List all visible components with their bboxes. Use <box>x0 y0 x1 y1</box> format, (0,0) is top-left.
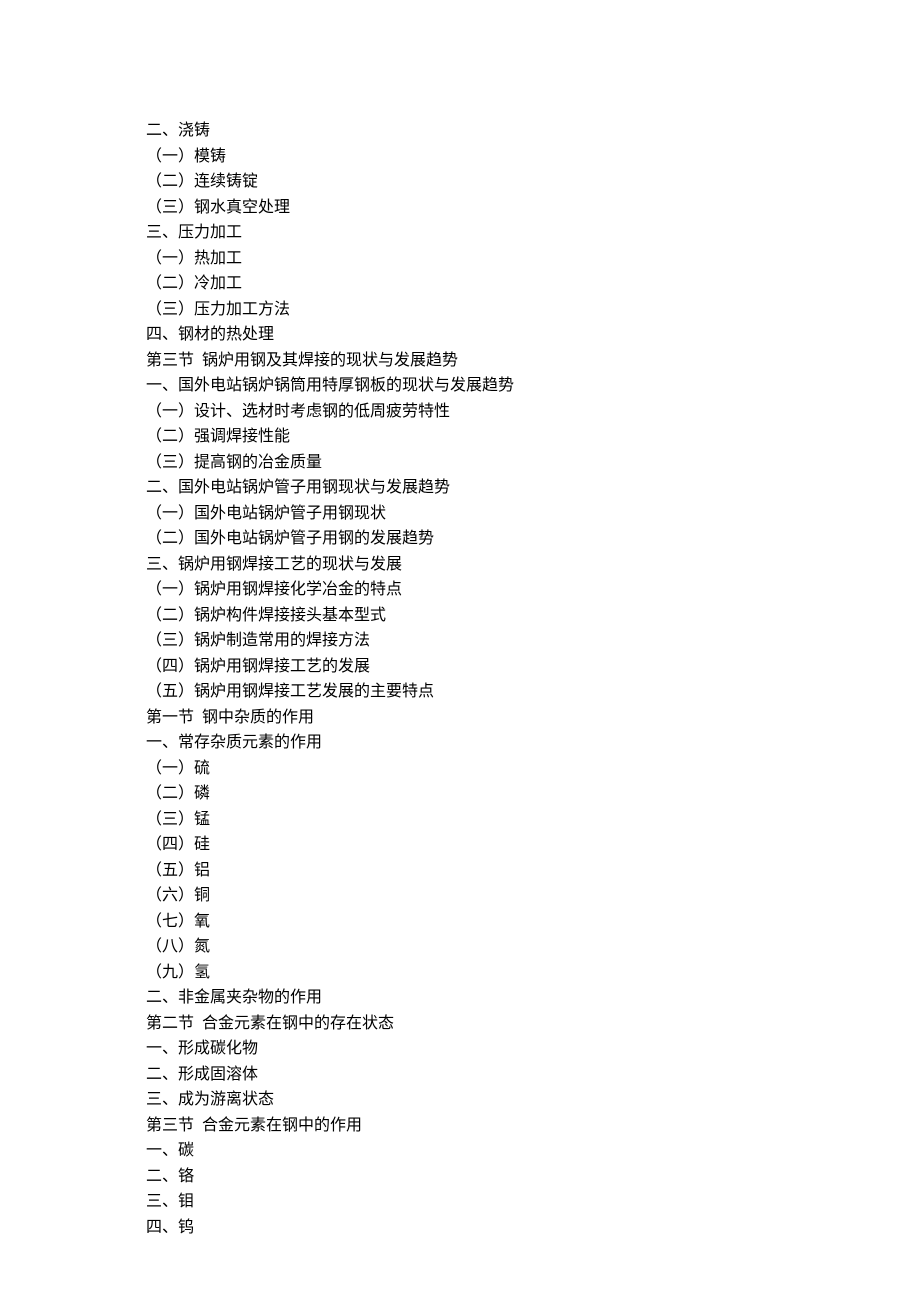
toc-line: （七）氧 <box>146 909 920 935</box>
toc-line: 一、形成碳化物 <box>146 1036 920 1062</box>
toc-line: （八）氮 <box>146 934 920 960</box>
toc-line: （二）冷加工 <box>146 271 920 297</box>
toc-line: 第三节 锅炉用钢及其焊接的现状与发展趋势 <box>146 348 920 374</box>
toc-line: 第一节 钢中杂质的作用 <box>146 705 920 731</box>
toc-line: 三、压力加工 <box>146 220 920 246</box>
toc-line: （三）锅炉制造常用的焊接方法 <box>146 628 920 654</box>
toc-line: 三、钼 <box>146 1189 920 1215</box>
toc-line: 二、浇铸 <box>146 118 920 144</box>
toc-line: （一）国外电站锅炉管子用钢现状 <box>146 501 920 527</box>
toc-line: （一）锅炉用钢焊接化学冶金的特点 <box>146 577 920 603</box>
toc-line: （二）磷 <box>146 781 920 807</box>
toc-line: （五）锅炉用钢焊接工艺发展的主要特点 <box>146 679 920 705</box>
toc-line: 二、形成固溶体 <box>146 1062 920 1088</box>
toc-line: （九）氢 <box>146 960 920 986</box>
toc-line: （一）模铸 <box>146 144 920 170</box>
toc-line: 一、碳 <box>146 1138 920 1164</box>
toc-line: 四、钢材的热处理 <box>146 322 920 348</box>
toc-line: （四）锅炉用钢焊接工艺的发展 <box>146 654 920 680</box>
toc-line: 第二节 合金元素在钢中的存在状态 <box>146 1011 920 1037</box>
toc-line: （四）硅 <box>146 832 920 858</box>
toc-line: （二）连续铸锭 <box>146 169 920 195</box>
toc-line: （二）强调焊接性能 <box>146 424 920 450</box>
toc-line: （三）提高钢的冶金质量 <box>146 450 920 476</box>
toc-line: 四、钨 <box>146 1215 920 1241</box>
toc-line: （五）铝 <box>146 858 920 884</box>
toc-line: 二、铬 <box>146 1164 920 1190</box>
toc-line: （一）硫 <box>146 756 920 782</box>
toc-line: （三）锰 <box>146 807 920 833</box>
toc-line: 一、常存杂质元素的作用 <box>146 730 920 756</box>
toc-line: 二、非金属夹杂物的作用 <box>146 985 920 1011</box>
toc-line: （二）锅炉构件焊接接头基本型式 <box>146 603 920 629</box>
toc-line: （三）钢水真空处理 <box>146 195 920 221</box>
toc-line: 一、国外电站锅炉锅筒用特厚钢板的现状与发展趋势 <box>146 373 920 399</box>
document-page: 二、浇铸 （一）模铸 （二）连续铸锭 （三）钢水真空处理 三、压力加工 （一）热… <box>0 0 920 1240</box>
toc-line: （二）国外电站锅炉管子用钢的发展趋势 <box>146 526 920 552</box>
toc-line: 二、国外电站锅炉管子用钢现状与发展趋势 <box>146 475 920 501</box>
toc-line: 三、成为游离状态 <box>146 1087 920 1113</box>
toc-line: （一）热加工 <box>146 246 920 272</box>
toc-line: 第三节 合金元素在钢中的作用 <box>146 1113 920 1139</box>
toc-line: （一）设计、选材时考虑钢的低周疲劳特性 <box>146 399 920 425</box>
toc-line: 三、锅炉用钢焊接工艺的现状与发展 <box>146 552 920 578</box>
toc-line: （三）压力加工方法 <box>146 297 920 323</box>
toc-line: （六）铜 <box>146 883 920 909</box>
